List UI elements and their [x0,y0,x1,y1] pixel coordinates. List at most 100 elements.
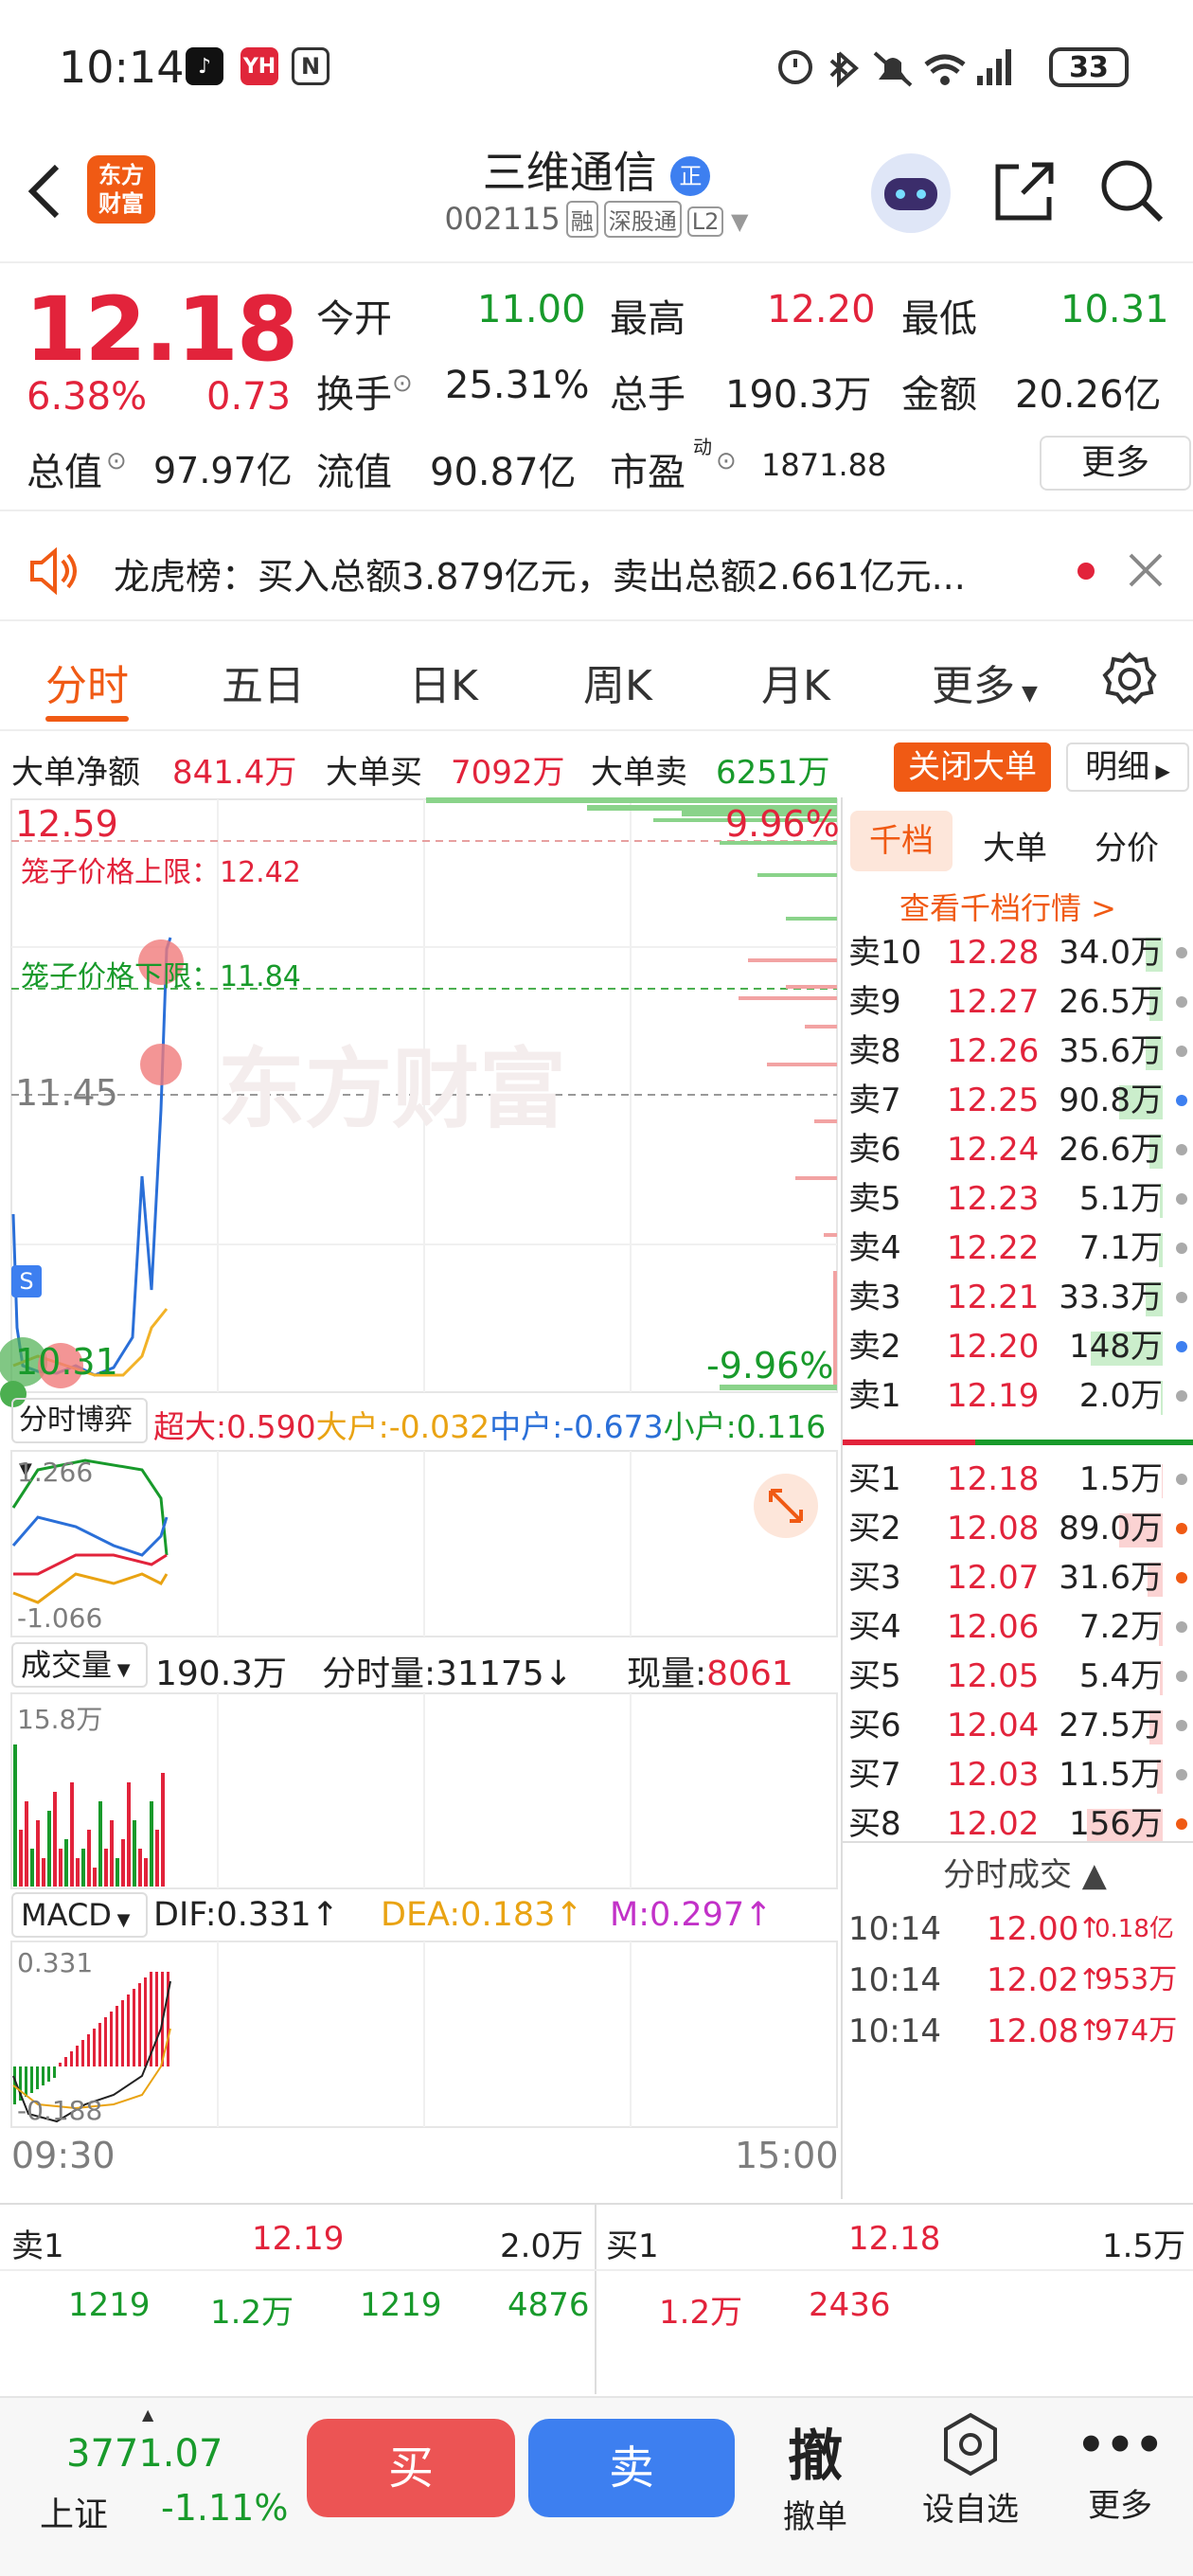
bid-marker-dot [1176,1621,1187,1633]
intraday-chart[interactable]: 东方财富 12.59 9.96% 笼子价格上限：12.42 笼子价格下限：11.… [0,797,841,2199]
bid-row[interactable]: 买7 12.03 11.5万 [843,1750,1193,1799]
info-icon[interactable]: ⊙ [392,369,413,398]
ask-row[interactable]: 卖8 12.26 35.6万 [843,1027,1193,1076]
battery-indicator: 33 [1049,47,1129,87]
ai-assistant-icon[interactable] [871,153,951,233]
volume-bar [98,1801,102,1887]
bid-volume: 7.2万 [1078,1608,1163,1646]
settings-icon[interactable] [1102,652,1157,707]
macd-bars [13,1972,169,2104]
volume-bar [59,1849,62,1887]
detail-button[interactable]: 明细 ▶ [1066,742,1189,792]
bid-row[interactable]: 买4 12.06 7.2万 [843,1602,1193,1652]
volume-value: 190.3万 [725,373,872,417]
ask-row[interactable]: 卖6 12.24 26.6万 [843,1125,1193,1174]
view-thousand-link[interactable]: 查看千档行情 > [899,885,1116,928]
s-marker[interactable]: S [11,1265,42,1297]
tab-intraday[interactable]: 分时 [45,652,129,712]
tab-price-dist[interactable]: 分价 [1095,822,1159,868]
info-icon[interactable]: ⊙ [716,447,737,475]
bid-row[interactable]: 买5 12.05 5.4万 [843,1652,1193,1701]
tab-monthly-k[interactable]: 月K [761,652,830,712]
ask-price: 12.28 [947,934,1040,972]
volume-bars [13,1744,165,1887]
ask-level: 卖6 [848,1131,901,1169]
search-icon[interactable] [1098,157,1166,225]
tab-weekly-k[interactable]: 周K [583,652,652,712]
tab-five-day[interactable]: 五日 [222,652,305,712]
bid-row[interactable]: 买3 12.07 31.6万 [843,1553,1193,1602]
ask-row[interactable]: 卖9 12.27 26.5万 [843,977,1193,1027]
info-icon[interactable]: ⊙ [106,447,127,475]
ask-marker-dot [1176,1046,1187,1057]
buy-button[interactable]: 买 [307,2419,515,2517]
bid-price: 12.02 [947,1805,1040,1841]
nfc-icon: N [292,47,329,85]
index-value[interactable]: 3771.07 [66,2432,223,2476]
index-name[interactable]: 上证 [40,2487,108,2536]
ask-row[interactable]: 卖5 12.23 5.1万 [843,1174,1193,1224]
bottom-sell-vol: 2.0万 [500,2227,584,2265]
notice-bar[interactable]: 龙虎榜：买入总额3.879亿元，卖出总额2.661亿元... [0,519,1193,621]
ask-row[interactable]: 卖7 12.25 90.8万 [843,1076,1193,1125]
add-watchlist-button[interactable]: 设自选 [909,2411,1032,2530]
ask-volume: 33.3万 [1059,1279,1163,1316]
tab-daily-k[interactable]: 日K [409,652,478,712]
macd-bar [121,2000,124,2066]
fund-flow-selector[interactable]: 分时博弈 ▼ [11,1398,148,1479]
bid-row[interactable]: 买8 12.02 156万 [843,1799,1193,1841]
volume-bar [70,1782,74,1887]
tab-more[interactable]: 更多 ▼ [932,652,1038,712]
more-quote-button[interactable]: 更多 [1040,436,1191,491]
macd-selector[interactable]: MACD ▼ [11,1892,148,1938]
volume-bar [138,1849,142,1887]
ask-row[interactable]: 卖2 12.20 148万 [843,1322,1193,1371]
share-icon[interactable] [990,157,1059,225]
ask-row[interactable]: 卖3 12.21 33.3万 [843,1273,1193,1322]
market-cap-value: 97.97亿 [153,450,293,492]
bid-volume: 1.5万 [1078,1460,1163,1498]
sell-queue-item: 1219 [360,2286,442,2324]
order-book-panel: 千档 大单 分价 查看千档行情 > 卖10 12.28 34.0万 卖9 12.27 26… [841,797,1193,2199]
ask-level: 卖5 [848,1180,901,1218]
index-change[interactable]: -1.11% [161,2487,288,2529]
ask-volume: 7.1万 [1078,1229,1163,1267]
sell-button[interactable]: 卖 [528,2419,735,2517]
volume-selector[interactable]: 成交量 ▼ [11,1642,148,1688]
volume-bar [155,1830,159,1887]
bottom-buy-label: 买1 [606,2227,659,2265]
big-sell-label: 大单卖 [591,754,687,792]
bid-row[interactable]: 买6 12.04 27.5万 [843,1701,1193,1750]
turnover-label: 换手 [316,373,392,417]
ask-row[interactable]: 卖1 12.19 2.0万 [843,1371,1193,1421]
close-big-order-button[interactable]: 关闭大单 [894,742,1051,792]
bid-row[interactable]: 买2 12.08 89.0万 [843,1504,1193,1553]
tick-volume: 分时量:31175↓ [322,1655,573,1693]
macd-dif: DIF:0.331↑ [153,1896,340,1934]
big-buy-label: 大单买 [326,754,422,792]
big-buy-value: 7092万 [451,754,565,792]
trades-title[interactable]: 分时成交 ▲ [943,1849,1107,1895]
close-icon[interactable] [1127,551,1165,589]
unread-dot [1077,563,1095,580]
buy-queue-item: 1.2万 [659,2294,743,2332]
ask-level: 卖7 [848,1082,901,1119]
tag-connect: 深股通 [603,201,682,238]
macd-bar [30,2066,33,2093]
ask-row[interactable]: 卖10 12.28 34.0万 [843,928,1193,977]
ask-marker-dot [1176,1144,1187,1155]
expand-up-icon[interactable]: ▲ [142,2406,153,2424]
bid-volume: 27.5万 [1059,1707,1163,1744]
quote-panel: 12.18 6.38% 0.73 今开 11.00 最高 12.20 最低 10… [0,265,1193,511]
depth-ratio-green [975,1440,1193,1445]
bid-volume: 11.5万 [1059,1756,1163,1794]
tab-thousand-levels[interactable]: 千档 [850,811,953,871]
volume-label: 总手 [610,373,686,417]
ask-row[interactable]: 卖4 12.22 7.1万 [843,1224,1193,1273]
cancel-order-button[interactable]: 撤 撤单 [763,2411,867,2537]
bid-marker-dot [1176,1572,1187,1583]
tab-big-orders[interactable]: 大单 [983,822,1047,868]
time-end: 15:00 [735,2135,839,2176]
bid-row[interactable]: 买1 12.18 1.5万 [843,1455,1193,1504]
more-menu-button[interactable]: ••• 更多 [1068,2411,1172,2526]
